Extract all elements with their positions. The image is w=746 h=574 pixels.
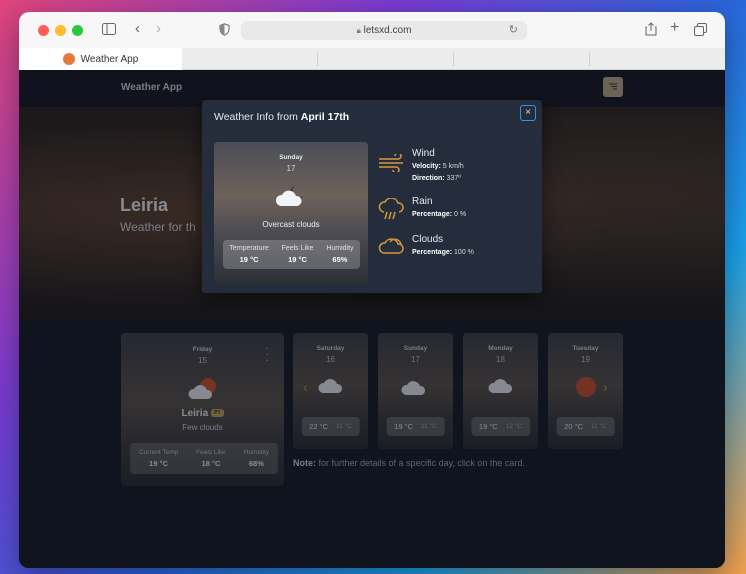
stat-temperature: Temperature 19 °C	[229, 245, 268, 264]
rain-title: Rain	[412, 196, 433, 207]
browser-titlebar: ‹ › 🔒︎ letsxd.com ↻ +	[19, 12, 725, 48]
tab-divider	[589, 52, 590, 66]
tab-overview-icon[interactable]	[694, 23, 707, 39]
maximize-window-button[interactable]	[72, 25, 83, 36]
stat-label: Feels Like	[281, 245, 314, 252]
wind-velocity-value: 5 km/h	[442, 163, 464, 170]
tab-strip: Weather App	[19, 48, 725, 70]
wind-velocity-label: Velocity:	[412, 163, 441, 170]
lock-icon: 🔒︎	[356, 26, 361, 35]
stat-value: 65%	[332, 255, 348, 264]
forward-icon[interactable]: ›	[156, 21, 161, 36]
minimize-window-button[interactable]	[55, 25, 66, 36]
stat-feels-like: Feels Like 19 °C	[282, 245, 314, 264]
rain-percentage-value: 0 %	[454, 211, 467, 218]
back-icon[interactable]: ‹	[135, 21, 140, 36]
stat-value: 19 °C	[288, 255, 307, 264]
stat-label: Humidity	[326, 245, 354, 252]
browser-window: ‹ › 🔒︎ letsxd.com ↻ + Weather App Weathe…	[19, 12, 725, 568]
modal-stats: Temperature 19 °C Feels Like 19 °C Humidit…	[223, 240, 360, 269]
wind-direction-label: Direction:	[412, 175, 445, 182]
rain-icon	[378, 197, 404, 227]
clouds-detail: Clouds Percentage: 100 %	[378, 234, 528, 264]
address-text: letsxd.com	[363, 25, 412, 36]
wind-direction-value: 337º	[446, 175, 461, 182]
stat-humidity: Humidity 65%	[326, 245, 353, 264]
reload-icon[interactable]: ↻	[509, 21, 518, 40]
tab-divider	[317, 52, 318, 66]
new-tab-icon[interactable]: +	[670, 20, 679, 36]
wind-icon	[378, 152, 406, 177]
clouds-title: Clouds	[412, 234, 444, 245]
close-window-button[interactable]	[38, 25, 49, 36]
tab-weather-app[interactable]: Weather App	[19, 48, 182, 70]
modal-title-date: April 17th	[300, 111, 350, 123]
rain-percentage: Percentage: 0 %	[412, 211, 466, 218]
sidebar-toggle-icon[interactable]	[102, 23, 116, 38]
tab-divider	[453, 52, 454, 66]
shield-icon[interactable]	[219, 23, 230, 39]
weather-info-modal: Weather Info from April 17th × Sunday 17…	[202, 100, 542, 293]
rain-percentage-label: Percentage:	[412, 211, 453, 218]
clouds-percentage-label: Percentage:	[412, 249, 453, 256]
address-bar[interactable]: 🔒︎ letsxd.com ↻	[241, 21, 527, 40]
stat-label: Temperature	[229, 245, 269, 252]
modal-description: Overcast clouds	[262, 220, 320, 229]
cloud-moon-icon	[275, 184, 307, 213]
modal-day: Sunday	[279, 154, 303, 161]
favicon-icon	[62, 53, 75, 65]
wind-direction: Direction: 337º	[412, 175, 461, 182]
modal-title: Weather Info from April 17th	[214, 111, 349, 123]
clouds-icon	[378, 236, 404, 261]
tab-title: Weather App	[80, 53, 139, 65]
clouds-percentage: Percentage: 100 %	[412, 249, 474, 256]
wind-title: Wind	[412, 148, 435, 159]
modal-title-prefix: Weather Info from	[214, 111, 298, 123]
wind-detail: Wind Velocity: 5 km/h Direction: 337º	[378, 148, 528, 188]
stat-value: 19 °C	[239, 255, 259, 264]
modal-day-card: Sunday 17 Overcast clouds Temperature 19 …	[214, 142, 368, 284]
modal-date: 17	[286, 164, 296, 173]
wind-velocity: Velocity: 5 km/h	[412, 163, 464, 170]
clouds-percentage-value: 100 %	[454, 249, 474, 256]
close-icon[interactable]: ×	[520, 105, 536, 121]
rain-detail: Rain Percentage: 0 %	[378, 196, 528, 226]
share-icon[interactable]	[645, 22, 657, 39]
